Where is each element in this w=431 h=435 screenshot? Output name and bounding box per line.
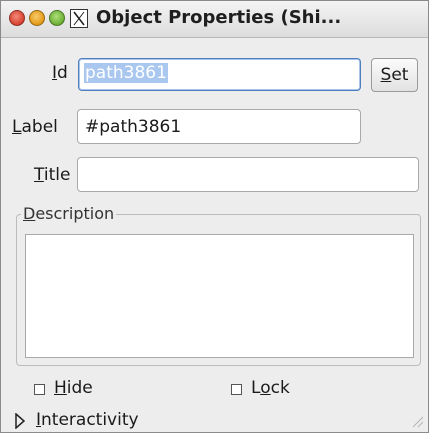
hide-label[interactable]: Hide <box>54 378 93 398</box>
description-label: Description <box>21 204 117 223</box>
set-button[interactable]: Set <box>371 58 418 92</box>
resize-grip-icon[interactable] <box>410 414 424 428</box>
lock-checkbox[interactable] <box>231 384 242 395</box>
interactivity-expander[interactable]: Interactivity <box>36 410 139 430</box>
hide-checkbox[interactable] <box>34 384 45 395</box>
object-properties-window: Object Properties (Shi... Id path3861 Se… <box>0 0 429 433</box>
title-field[interactable] <box>77 157 419 192</box>
id-field[interactable]: path3861 <box>78 58 361 91</box>
minimize-icon[interactable] <box>29 10 45 26</box>
title-label: Title <box>34 165 71 185</box>
id-field-selected-text: path3861 <box>84 63 168 83</box>
window-title: Object Properties (Shi... <box>96 7 342 28</box>
x11-app-icon[interactable] <box>70 9 88 28</box>
expander-arrow-icon[interactable] <box>14 413 26 429</box>
lock-label[interactable]: Lock <box>251 378 290 398</box>
maximize-icon[interactable] <box>49 10 65 26</box>
close-icon[interactable] <box>9 10 25 26</box>
title-bar[interactable]: Object Properties (Shi... <box>1 1 428 38</box>
id-label: Id <box>52 63 68 83</box>
description-textarea[interactable] <box>25 234 414 358</box>
label-field-value: #path3861 <box>85 117 182 137</box>
label-field[interactable]: #path3861 <box>77 109 361 144</box>
label-label: Label <box>12 117 58 137</box>
